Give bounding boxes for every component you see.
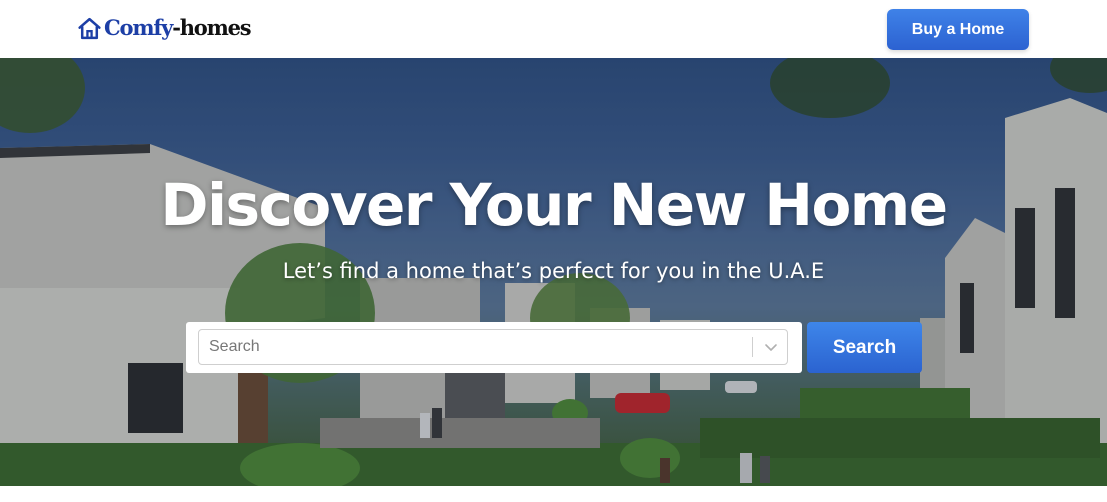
hero-banner: Discover Your New Home Let’s find a home…	[0, 58, 1107, 486]
hero-subtitle: Let’s find a home that’s perfect for you…	[282, 259, 825, 283]
dropdown-separator	[752, 337, 753, 357]
chevron-down-icon[interactable]	[763, 337, 779, 357]
buy-a-home-button[interactable]: Buy a Home	[887, 9, 1029, 50]
logo-text-secondary: -homes	[172, 15, 251, 40]
logo-text: Comfy-homes	[104, 14, 252, 42]
search-box	[186, 322, 802, 373]
search-input[interactable]	[198, 329, 788, 365]
search-button[interactable]: Search	[807, 322, 922, 373]
hero-title: Discover Your New Home	[160, 171, 948, 239]
logo-text-primary: Comfy	[104, 15, 173, 40]
top-navbar: Comfy-homes Buy a Home	[0, 0, 1107, 58]
site-logo[interactable]: Comfy-homes	[77, 14, 252, 42]
house-icon	[78, 17, 101, 39]
